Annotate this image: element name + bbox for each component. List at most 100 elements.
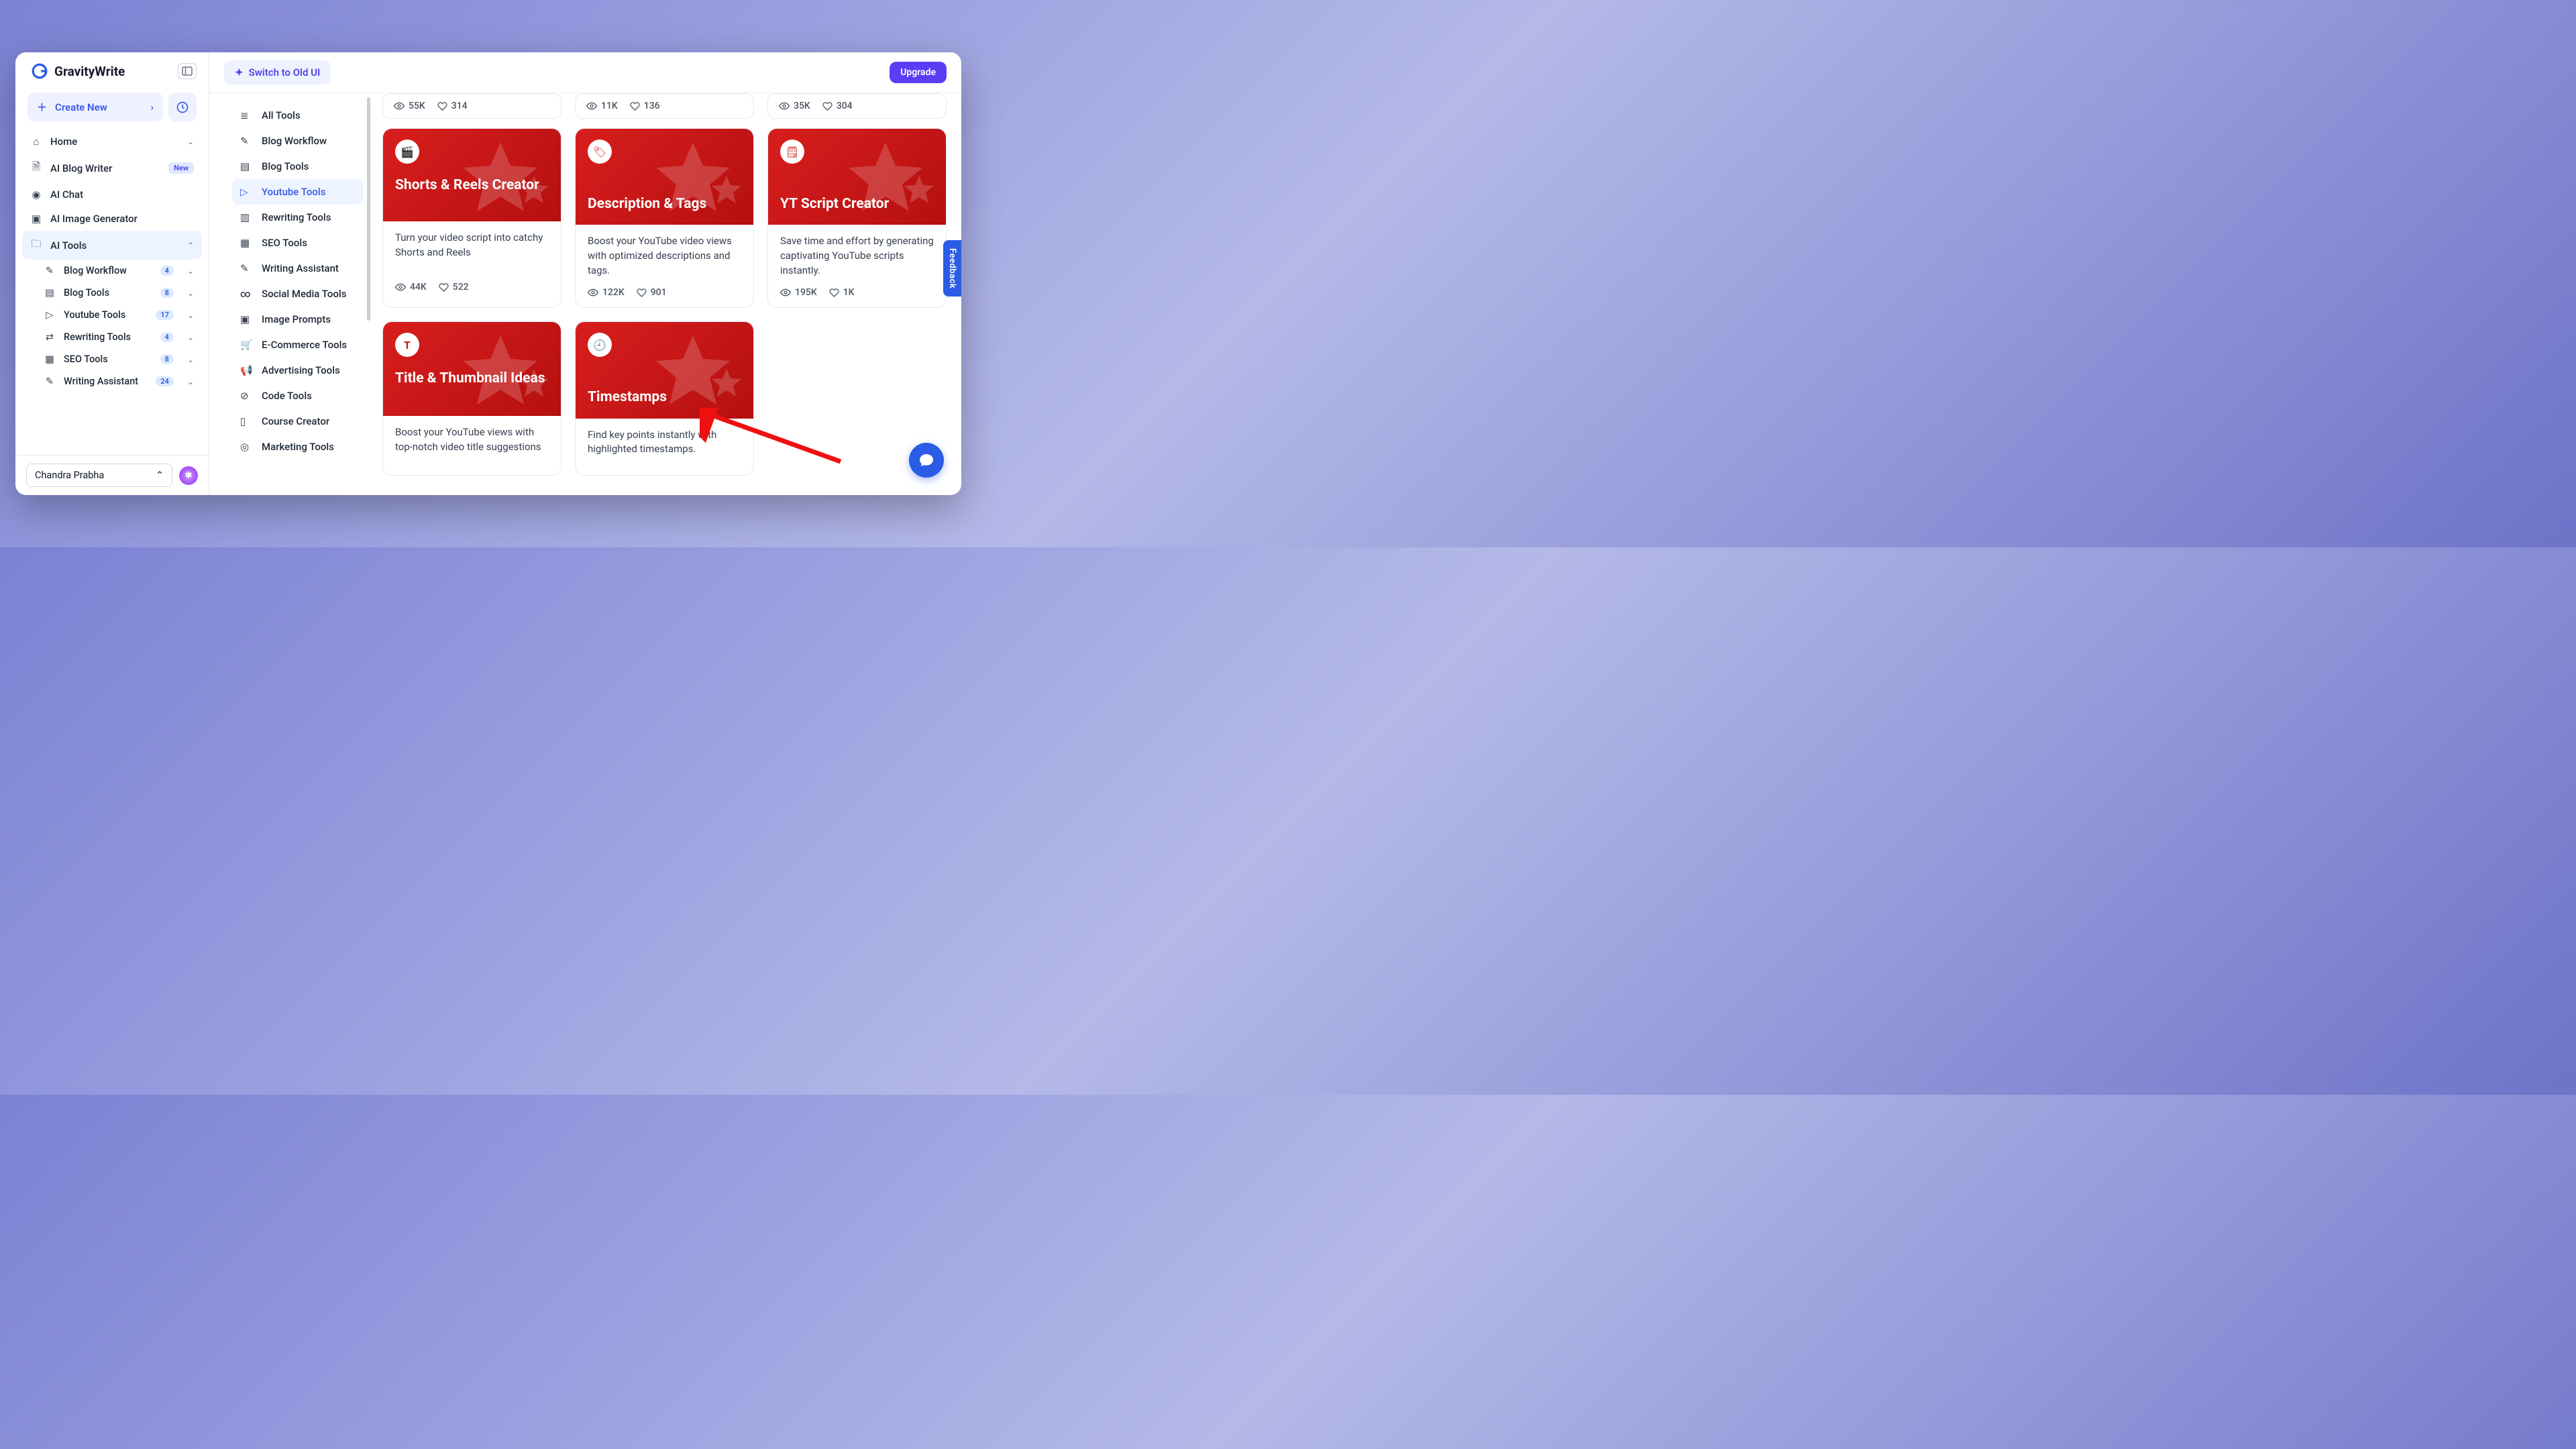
- eye-icon: [395, 282, 406, 292]
- cat-youtube-tools[interactable]: ▷Youtube Tools: [232, 179, 364, 205]
- cat-blog-tools[interactable]: ▤Blog Tools: [232, 154, 364, 179]
- tool-card-yt-script[interactable]: 🗒 YT Script Creator Save time and effort…: [767, 128, 947, 308]
- cat-label: Advertising Tools: [262, 364, 340, 376]
- cat-label: All Tools: [262, 109, 301, 121]
- nav-ai-tools[interactable]: 🗀 AI Tools ⌃: [22, 231, 202, 260]
- chat-bubble-icon: [918, 452, 934, 468]
- card-description: Turn your video script into catchy Short…: [395, 231, 549, 260]
- cat-blog-workflow[interactable]: ✎Blog Workflow: [232, 128, 364, 154]
- youtube-icon: ▷: [44, 309, 56, 321]
- subnav-writing-assistant[interactable]: ✎ Writing Assistant 24 ⌄: [36, 370, 202, 392]
- chevron-down-icon: ⌄: [187, 311, 194, 320]
- subnav-seo-tools[interactable]: ▦ SEO Tools 8 ⌄: [36, 348, 202, 370]
- cat-code-tools[interactable]: ⊘Code Tools: [232, 383, 364, 409]
- nav-ai-image-label: AI Image Generator: [50, 213, 138, 225]
- cat-label: Writing Assistant: [262, 262, 339, 274]
- chevron-down-icon: ⌄: [187, 377, 194, 386]
- subnav-label: Rewriting Tools: [64, 331, 131, 343]
- logo-mark-icon: [30, 62, 49, 80]
- tool-card-shorts-reels[interactable]: 🎬 Shorts & Reels Creator Turn your video…: [382, 128, 561, 308]
- cat-label: Course Creator: [262, 415, 329, 427]
- document-icon: 🗎: [30, 160, 42, 176]
- views-value: 44K: [410, 282, 427, 292]
- sidebar: GravityWrite ＋ Create New › ⌂ Home ⌄: [15, 52, 209, 495]
- tool-card-timestamps[interactable]: 🕘 Timestamps Find key points instantly w…: [575, 321, 754, 475]
- history-button[interactable]: [168, 93, 197, 121]
- create-new-button[interactable]: ＋ Create New ›: [28, 93, 163, 121]
- feedback-tab[interactable]: Feedback: [943, 240, 961, 297]
- user-name: Chandra Prabha: [35, 470, 104, 481]
- card-description: Boost your YouTube views with top-notch …: [395, 425, 549, 455]
- user-menu[interactable]: Chandra Prabha ⌃: [26, 464, 172, 487]
- eye-icon: [780, 287, 791, 298]
- eye-icon: [779, 101, 790, 111]
- likes-value: 136: [644, 101, 660, 111]
- blog-icon: ▤: [44, 287, 56, 299]
- subnav-blog-tools[interactable]: ▤ Blog Tools 8 ⌄: [36, 282, 202, 304]
- card-body: Save time and effort by generating capti…: [768, 225, 946, 283]
- cat-marketing[interactable]: ◎Marketing Tools: [232, 434, 364, 460]
- cat-advertising[interactable]: 📢Advertising Tools: [232, 358, 364, 383]
- upgrade-label: Upgrade: [900, 67, 936, 78]
- heart-icon: [822, 101, 833, 111]
- count-badge: 17: [156, 310, 174, 320]
- blog-icon: ▤: [240, 160, 252, 172]
- nav-ai-chat[interactable]: ◉ AI Chat: [22, 182, 202, 207]
- star-decor-icon: [447, 136, 554, 216]
- tool-card-description-tags[interactable]: 🏷 Description & Tags Boost your YouTube …: [575, 128, 754, 308]
- user-avatar[interactable]: ✱: [179, 466, 198, 485]
- subnav-blog-workflow[interactable]: ✎ Blog Workflow 4 ⌄: [36, 260, 202, 282]
- subnav-label: Writing Assistant: [64, 376, 138, 387]
- clock-icon: 🕘: [588, 333, 612, 357]
- seo-icon: ▦: [44, 354, 56, 365]
- card-stats: 44K 522: [383, 278, 561, 302]
- pen-icon: ✎: [44, 376, 56, 387]
- sidebar-collapse-button[interactable]: [178, 63, 197, 79]
- cat-social-media[interactable]: ∞Social Media Tools: [232, 281, 364, 307]
- cat-image-prompts[interactable]: ▣Image Prompts: [232, 307, 364, 332]
- cat-seo-tools[interactable]: ▦SEO Tools: [232, 230, 364, 256]
- card-header: 🕘 Timestamps: [576, 322, 753, 418]
- script-icon: 🗒: [780, 140, 804, 164]
- cat-ecommerce[interactable]: 🛒E-Commerce Tools: [232, 332, 364, 358]
- cat-label: Image Prompts: [262, 313, 331, 325]
- subnav-youtube-tools[interactable]: ▷ Youtube Tools 17 ⌄: [36, 304, 202, 326]
- nav-blog-writer[interactable]: 🗎 AI Blog Writer New: [22, 154, 202, 182]
- eye-icon: [586, 101, 597, 111]
- card-title: Timestamps: [588, 389, 741, 406]
- share-icon: ⇄: [44, 331, 56, 343]
- seo-icon: ▦: [240, 237, 252, 249]
- cat-rewriting-tools[interactable]: ▥Rewriting Tools: [232, 205, 364, 230]
- brand-logo[interactable]: GravityWrite: [30, 62, 125, 80]
- chevron-down-icon: ⌄: [187, 137, 194, 146]
- sidebar-footer: Chandra Prabha ⌃ ✱: [15, 455, 209, 495]
- home-icon: ⌂: [30, 136, 42, 148]
- cat-all-tools[interactable]: ≣ All Tools: [232, 103, 364, 128]
- code-icon: ⊘: [240, 390, 252, 402]
- cat-label: E-Commerce Tools: [262, 339, 347, 351]
- plus-icon: ＋: [37, 100, 47, 114]
- upgrade-button[interactable]: Upgrade: [890, 62, 947, 83]
- chat-fab-button[interactable]: [909, 443, 944, 478]
- topbar: ✦ Switch to Old UI Upgrade: [209, 52, 961, 93]
- workflow-icon: ✎: [240, 135, 252, 147]
- subnav-rewriting-tools[interactable]: ⇄ Rewriting Tools 4 ⌄: [36, 326, 202, 348]
- nav-ai-tools-label: AI Tools: [50, 239, 87, 252]
- chevron-up-icon: ⌃: [187, 241, 194, 250]
- card-description: Boost your YouTube video views with opti…: [588, 234, 741, 278]
- heart-icon: [829, 288, 839, 298]
- nav-home[interactable]: ⌂ Home ⌄: [22, 129, 202, 154]
- tool-card-title-thumbnail[interactable]: T Title & Thumbnail Ideas Boost your You…: [382, 321, 561, 475]
- switch-ui-button[interactable]: ✦ Switch to Old UI: [224, 60, 331, 85]
- nav-ai-image[interactable]: ▣ AI Image Generator: [22, 207, 202, 231]
- tag-icon: 🏷: [588, 140, 612, 164]
- nav-blog-writer-label: AI Blog Writer: [50, 162, 112, 174]
- create-new-label: Create New: [55, 101, 107, 113]
- card-body: Boost your YouTube views with top-notch …: [383, 416, 561, 472]
- star-decor-icon: [447, 329, 554, 409]
- list-icon: ≣: [240, 109, 252, 121]
- cat-course-creator[interactable]: ▯Course Creator: [232, 409, 364, 434]
- cat-writing-assistant[interactable]: ✎Writing Assistant: [232, 256, 364, 281]
- likes-value: 314: [451, 101, 468, 111]
- chevron-right-icon: ›: [150, 101, 154, 113]
